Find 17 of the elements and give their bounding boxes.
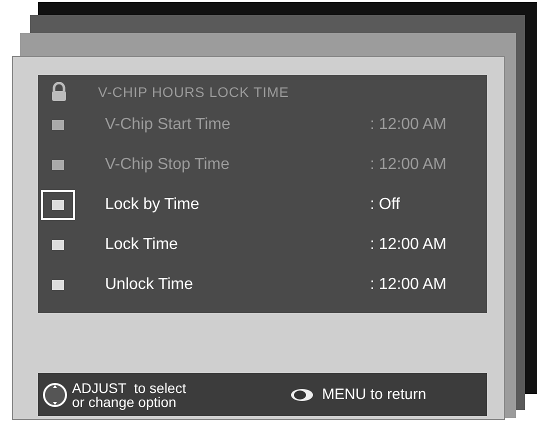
- menu-item-label: Unlock Time: [105, 276, 194, 294]
- menu-item-value: : Off: [370, 196, 400, 214]
- item-marker[interactable]: [41, 190, 75, 220]
- menu-item-label: Lock Time: [105, 236, 179, 254]
- menu-item-label: Lock by Time: [105, 196, 200, 214]
- menu-item-label: V-Chip Start Time: [105, 116, 232, 134]
- adjust-hint: ADJUST to select or change option: [72, 380, 188, 408]
- menu-title: V-CHIP HOURS LOCK TIME: [98, 84, 289, 100]
- oval-button-icon: [290, 388, 314, 402]
- dial-icon: [42, 382, 68, 408]
- menu-item-value: : 12:00 AM: [370, 236, 446, 254]
- menu-item-value: : 12:00 AM: [370, 276, 446, 294]
- menu-hint: MENU to return: [322, 386, 426, 403]
- lock-icon: [50, 82, 68, 102]
- menu-item-value: : 12:00 AM: [370, 156, 446, 174]
- menu-item-label: V-Chip Stop Time: [105, 156, 230, 174]
- menu-item-value: : 12:00 AM: [370, 116, 446, 134]
